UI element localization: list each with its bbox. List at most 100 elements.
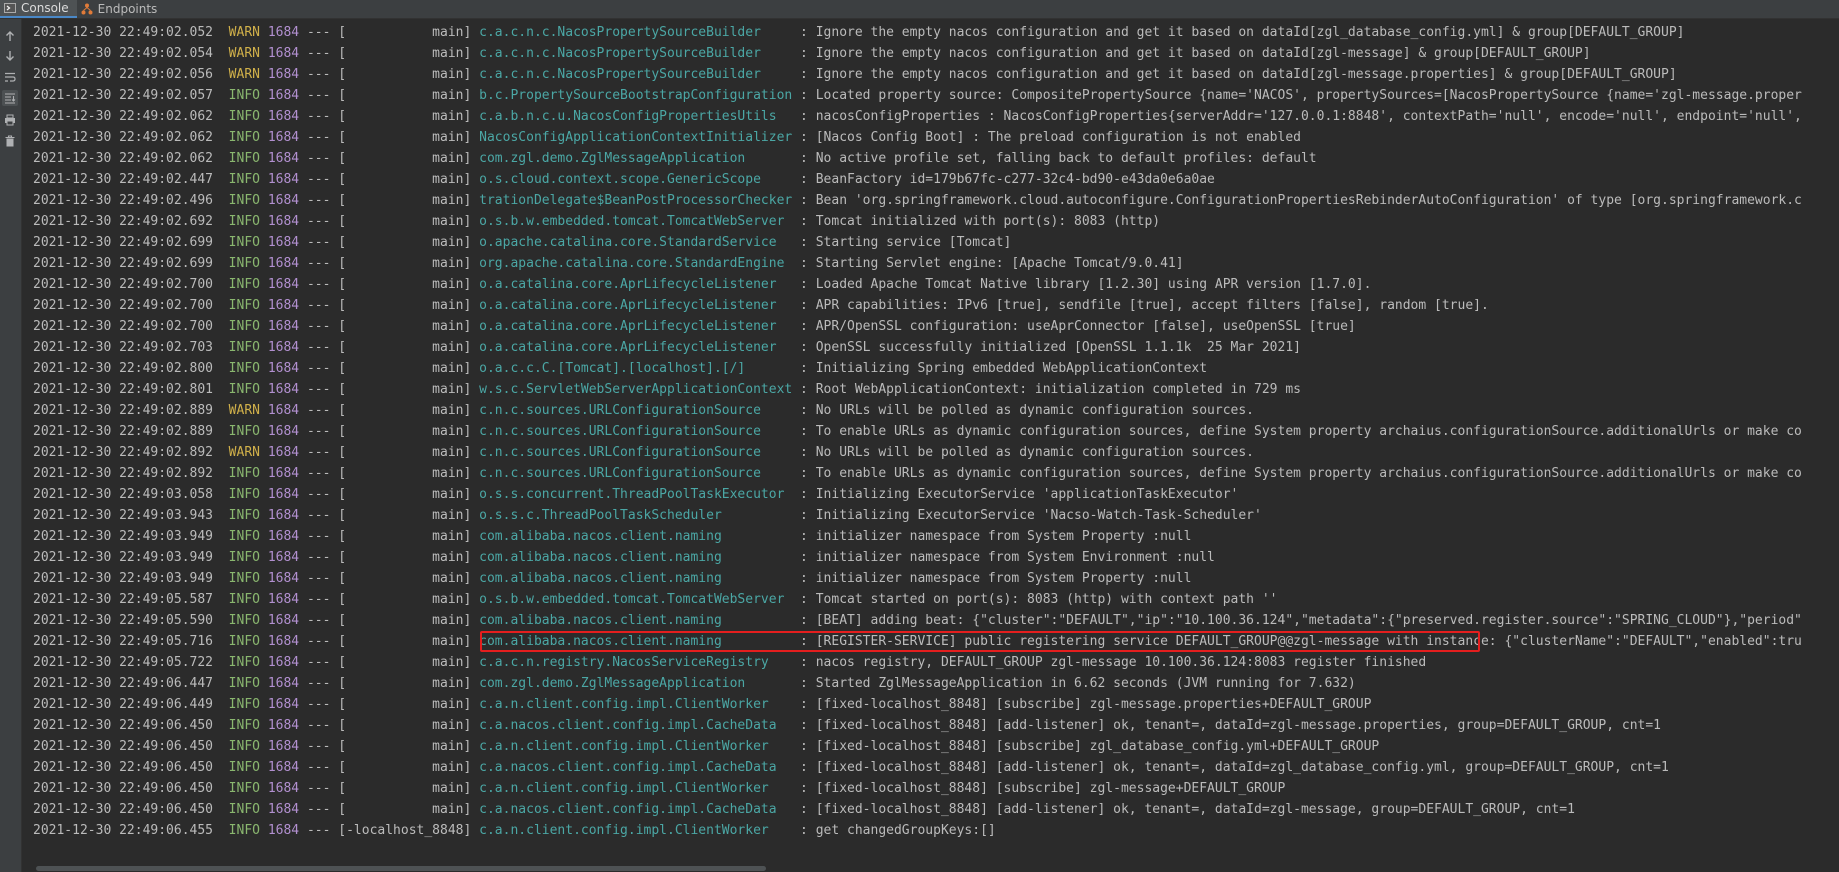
log-level: INFO [228, 550, 260, 565]
scroll-to-end-button[interactable] [2, 90, 18, 106]
scroll-down-button[interactable] [2, 48, 18, 64]
log-message: APR capabilities: IPv6 [true], sendfile … [815, 298, 1489, 313]
log-message: nacos registry, DEFAULT_GROUP zgl-messag… [815, 655, 1427, 670]
log-level: WARN [228, 445, 260, 460]
log-line: 2021-12-30 22:49:06.450 INFO 1684 --- [ … [33, 802, 1575, 817]
log-timestamp: 2021-12-30 22:49:02.692 [33, 214, 214, 229]
log-logger: c.n.c.sources.URLConfigurationSource [479, 445, 793, 460]
log-logger: com.alibaba.nacos.client.naming [479, 634, 793, 649]
log-thread: main [346, 613, 464, 628]
log-pid: 1684 [267, 697, 300, 712]
log-timestamp: 2021-12-30 22:49:05.722 [33, 655, 214, 670]
log-pid: 1684 [267, 172, 300, 187]
log-level: INFO [228, 739, 260, 754]
log-logger: c.n.c.sources.URLConfigurationSource [479, 466, 793, 481]
log-pid: 1684 [267, 403, 300, 418]
log-level: INFO [228, 319, 260, 334]
log-timestamp: 2021-12-30 22:49:02.447 [33, 172, 214, 187]
log-message: Bean 'org.springframework.cloud.autoconf… [815, 193, 1802, 208]
log-logger: c.a.n.client.config.impl.ClientWorker [479, 697, 793, 712]
log-message: [fixed-localhost_8848] [add-listener] ok… [815, 802, 1575, 817]
log-thread: main [346, 697, 464, 712]
log-thread: main [346, 340, 464, 355]
log-timestamp: 2021-12-30 22:49:02.889 [33, 424, 214, 439]
console-icon [4, 3, 16, 13]
log-message: [fixed-localhost_8848] [add-listener] ok… [815, 718, 1661, 733]
log-level: INFO [228, 298, 260, 313]
log-message: [fixed-localhost_8848] [subscribe] zgl-m… [815, 697, 1372, 712]
tab-endpoints[interactable]: Endpoints [77, 0, 166, 18]
log-timestamp: 2021-12-30 22:49:06.450 [33, 781, 214, 796]
log-line: 2021-12-30 22:49:05.722 INFO 1684 --- [ … [33, 655, 1427, 670]
log-timestamp: 2021-12-30 22:49:02.496 [33, 193, 214, 208]
log-thread: main [346, 130, 464, 145]
log-message: initializer namespace from System Proper… [815, 571, 1192, 586]
log-level: INFO [228, 760, 260, 775]
log-level: INFO [228, 130, 260, 145]
log-level: INFO [228, 487, 260, 502]
log-level: INFO [228, 508, 260, 523]
log-timestamp: 2021-12-30 22:49:02.054 [33, 46, 214, 61]
log-level: INFO [228, 382, 260, 397]
log-logger: w.s.c.ServletWebServerApplicationContext [479, 382, 793, 397]
log-logger: c.a.c.n.c.NacosPropertySourceBuilder [479, 67, 793, 82]
log-line: 2021-12-30 22:49:02.800 INFO 1684 --- [ … [33, 361, 1208, 376]
log-logger: c.a.nacos.client.config.impl.CacheData [479, 718, 793, 733]
log-thread: main [346, 235, 464, 250]
log-message: initializer namespace from System Proper… [815, 529, 1192, 544]
log-thread: -localhost_8848 [346, 823, 464, 838]
log-message: [fixed-localhost_8848] [subscribe] zgl-m… [815, 781, 1286, 796]
log-pid: 1684 [267, 298, 300, 313]
log-logger: o.apache.catalina.core.StandardService [479, 235, 793, 250]
log-line: 2021-12-30 22:49:02.054 WARN 1684 --- [ … [33, 46, 1591, 61]
log-pid: 1684 [267, 802, 300, 817]
soft-wrap-button[interactable] [2, 69, 18, 85]
log-line: 2021-12-30 22:49:02.700 INFO 1684 --- [ … [33, 298, 1489, 313]
log-level: INFO [228, 256, 260, 271]
log-pid: 1684 [267, 655, 300, 670]
log-thread: main [346, 802, 464, 817]
log-line: 2021-12-30 22:49:02.447 INFO 1684 --- [ … [33, 172, 1215, 187]
log-level: INFO [228, 193, 260, 208]
log-line: 2021-12-30 22:49:02.801 INFO 1684 --- [ … [33, 382, 1301, 397]
log-level: INFO [228, 172, 260, 187]
log-message: Initializing ExecutorService 'Nacso-Watc… [815, 508, 1262, 523]
log-thread: main [346, 592, 464, 607]
tool-window-tabbar: Console Endpoints [0, 0, 1839, 19]
log-timestamp: 2021-12-30 22:49:02.889 [33, 403, 214, 418]
log-line: 2021-12-30 22:49:02.057 INFO 1684 --- [ … [33, 88, 1802, 103]
log-timestamp: 2021-12-30 22:49:03.943 [33, 508, 214, 523]
log-line: 2021-12-30 22:49:06.449 INFO 1684 --- [ … [33, 697, 1372, 712]
log-timestamp: 2021-12-30 22:49:02.703 [33, 340, 214, 355]
log-pid: 1684 [267, 340, 300, 355]
log-pid: 1684 [267, 592, 300, 607]
horizontal-scrollbar[interactable] [36, 866, 766, 871]
log-thread: main [346, 109, 464, 124]
log-line: 2021-12-30 22:49:02.496 INFO 1684 --- [ … [33, 193, 1802, 208]
log-logger: o.a.catalina.core.AprLifecycleListener [479, 340, 793, 355]
log-timestamp: 2021-12-30 22:49:06.450 [33, 718, 214, 733]
console-output[interactable]: 2021-12-30 22:49:02.052 WARN 1684 --- [ … [33, 22, 1839, 852]
log-pid: 1684 [267, 193, 300, 208]
log-logger: c.a.n.client.config.impl.ClientWorker [479, 823, 793, 838]
log-timestamp: 2021-12-30 22:49:02.062 [33, 130, 214, 145]
log-level: INFO [228, 88, 260, 103]
log-timestamp: 2021-12-30 22:49:06.447 [33, 676, 214, 691]
log-timestamp: 2021-12-30 22:49:02.057 [33, 88, 214, 103]
log-line: 2021-12-30 22:49:02.703 INFO 1684 --- [ … [33, 340, 1301, 355]
log-thread: main [346, 487, 464, 502]
log-level: INFO [228, 676, 260, 691]
log-logger: c.a.c.n.c.NacosPropertySourceBuilder [479, 25, 793, 40]
log-logger: com.zgl.demo.ZglMessageApplication [479, 676, 793, 691]
log-level: WARN [228, 67, 260, 82]
log-thread: main [346, 760, 464, 775]
scroll-up-button[interactable] [2, 28, 18, 44]
log-level: INFO [228, 529, 260, 544]
scroll-to-end-icon [5, 93, 16, 104]
print-button[interactable] [2, 112, 18, 128]
log-thread: main [346, 634, 464, 649]
log-message: To enable URLs as dynamic configuration … [815, 424, 1802, 439]
clear-all-button[interactable] [2, 133, 18, 149]
tab-console[interactable]: Console [0, 0, 77, 18]
log-logger: com.zgl.demo.ZglMessageApplication [479, 151, 793, 166]
